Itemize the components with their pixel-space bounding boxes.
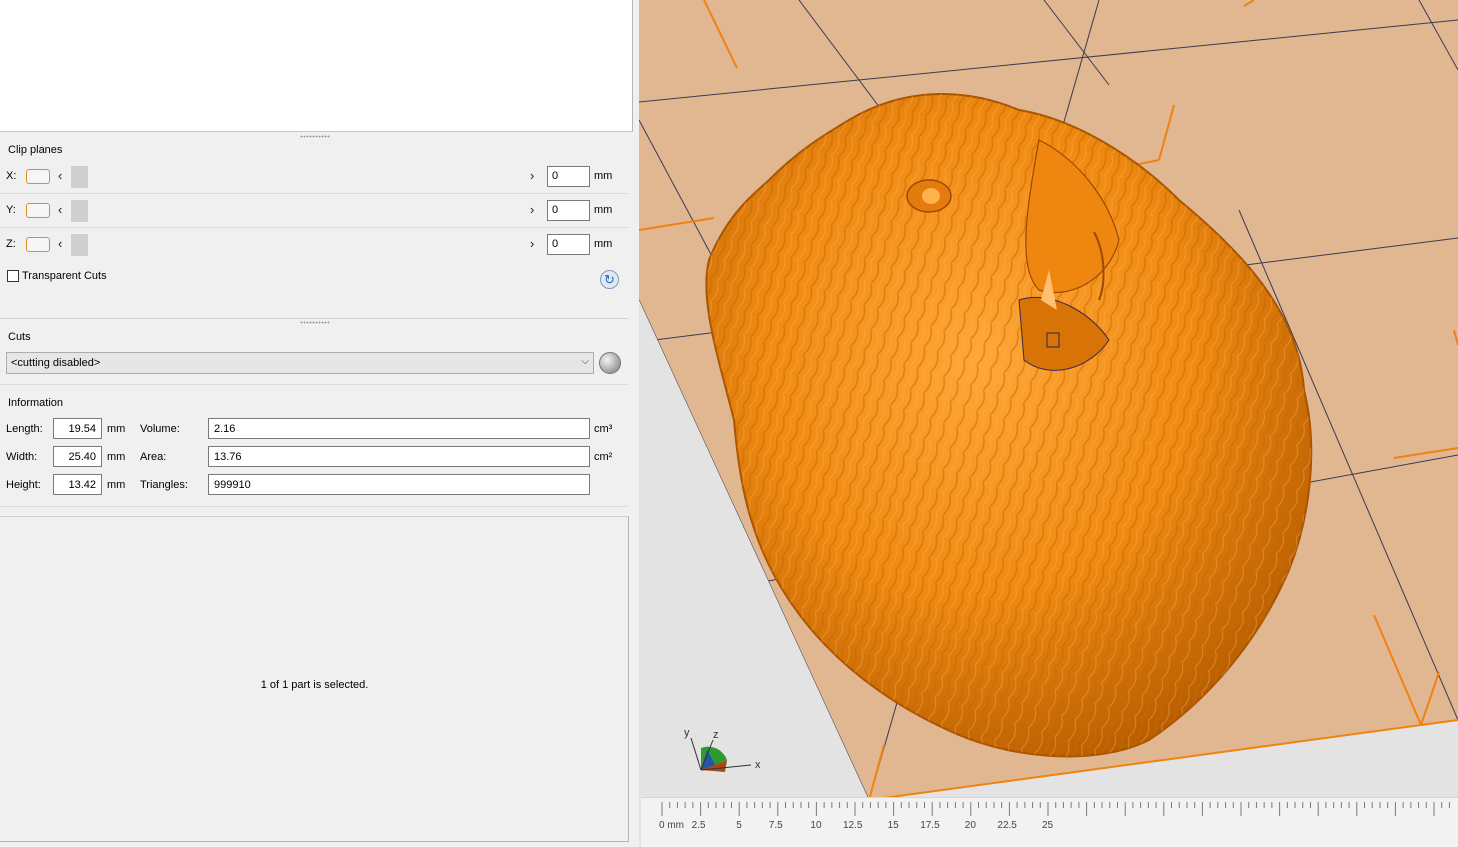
clip-plane-x-row: X: ‹ › 0 mm: [0, 162, 628, 192]
reset-icon[interactable]: ↻: [600, 270, 619, 289]
axis-z-label: z: [713, 729, 719, 741]
transparent-cuts-label: Transparent Cuts: [22, 270, 107, 282]
information-title: Information: [8, 397, 64, 409]
area-unit: cm²: [594, 451, 613, 463]
clip-z-input[interactable]: 0: [547, 234, 590, 255]
3d-viewport[interactable]: x y z: [639, 0, 1458, 847]
ruler-label: 0 mm: [659, 820, 684, 831]
cuts-title: Cuts: [8, 331, 31, 343]
chevron-left-icon[interactable]: ‹: [58, 168, 62, 184]
clip-x-toggle[interactable]: [26, 169, 50, 184]
status-area: 1 of 1 part is selected.: [0, 516, 629, 842]
width-field: 25.40: [53, 446, 102, 467]
unit-label: mm: [594, 238, 613, 250]
volume-unit: cm³: [594, 423, 613, 435]
divider: [0, 318, 628, 319]
length-field: 19.54: [53, 418, 102, 439]
length-unit: mm: [107, 423, 126, 435]
parts-list[interactable]: [0, 0, 633, 132]
volume-field: 2.16: [208, 418, 590, 439]
clip-plane-z-row: Z: ‹ › 0 mm: [0, 230, 628, 260]
width-label: Width:: [6, 451, 38, 463]
cuts-dropdown[interactable]: <cutting disabled> ⌵: [6, 352, 594, 374]
axis-label: Z:: [6, 238, 16, 250]
height-field: 13.42: [53, 474, 102, 495]
chevron-right-icon[interactable]: ›: [530, 168, 534, 184]
volume-label: Volume:: [140, 423, 180, 435]
chevron-down-icon: ⌵: [581, 356, 589, 367]
ruler-label: 20: [964, 820, 976, 831]
chevron-right-icon[interactable]: ›: [530, 202, 534, 218]
scene-render: x y z: [639, 0, 1458, 847]
ruler-label: 17.5: [920, 820, 940, 831]
axis-label: X:: [6, 170, 17, 182]
splitter-grip[interactable]: [300, 135, 330, 138]
clip-planes-title: Clip planes: [8, 144, 63, 156]
clip-plane-y-row: Y: ‹ › 0 mm: [0, 196, 628, 226]
clip-x-slider[interactable]: [71, 166, 88, 188]
axis-x-label: x: [755, 759, 761, 771]
chevron-right-icon[interactable]: ›: [530, 236, 534, 252]
clip-z-toggle[interactable]: [26, 237, 50, 252]
ruler-label: 2.5: [691, 820, 706, 831]
cut-tool-icon[interactable]: [599, 352, 621, 374]
divider: [0, 384, 628, 385]
length-label: Length:: [6, 423, 43, 435]
cuts-dropdown-value: <cutting disabled>: [11, 357, 101, 369]
area-label: Area:: [140, 451, 167, 463]
ruler-label: 10: [810, 820, 822, 831]
clip-y-toggle[interactable]: [26, 203, 50, 218]
side-panel: Clip planes X: ‹ › 0 mm Y: ‹ › 0 mm Z: ‹…: [0, 0, 634, 847]
height-label: Height:: [6, 479, 41, 491]
axis-y-label: y: [684, 727, 690, 739]
area-field: 13.76: [208, 446, 590, 467]
unit-label: mm: [594, 204, 613, 216]
transparent-cuts-checkbox[interactable]: [7, 270, 19, 282]
height-unit: mm: [107, 479, 126, 491]
width-unit: mm: [107, 451, 126, 463]
axis-label: Y:: [6, 204, 16, 216]
ruler: 0 mm 2.5 5 7.5 10 12.5 15 17.5 20 22.5 25: [641, 797, 1458, 847]
clip-z-slider[interactable]: [71, 234, 88, 256]
ruler-label: 15: [887, 820, 899, 831]
ruler-label: 25: [1042, 820, 1054, 831]
chevron-left-icon[interactable]: ‹: [58, 236, 62, 252]
ruler-label: 7.5: [768, 820, 783, 831]
divider: [0, 506, 628, 507]
splitter-grip[interactable]: [300, 321, 330, 324]
chevron-left-icon[interactable]: ‹: [58, 202, 62, 218]
ruler-label: 12.5: [843, 820, 863, 831]
triangles-field: 999910: [208, 474, 590, 495]
ruler-label: 5: [736, 820, 742, 831]
clip-y-input[interactable]: 0: [547, 200, 590, 221]
divider: [0, 227, 628, 228]
unit-label: mm: [594, 170, 613, 182]
clip-y-slider[interactable]: [71, 200, 88, 222]
clip-x-input[interactable]: 0: [547, 166, 590, 187]
selection-status: 1 of 1 part is selected.: [260, 679, 369, 691]
divider: [0, 193, 628, 194]
ruler-label: 22.5: [997, 820, 1017, 831]
triangles-label: Triangles:: [140, 479, 188, 491]
